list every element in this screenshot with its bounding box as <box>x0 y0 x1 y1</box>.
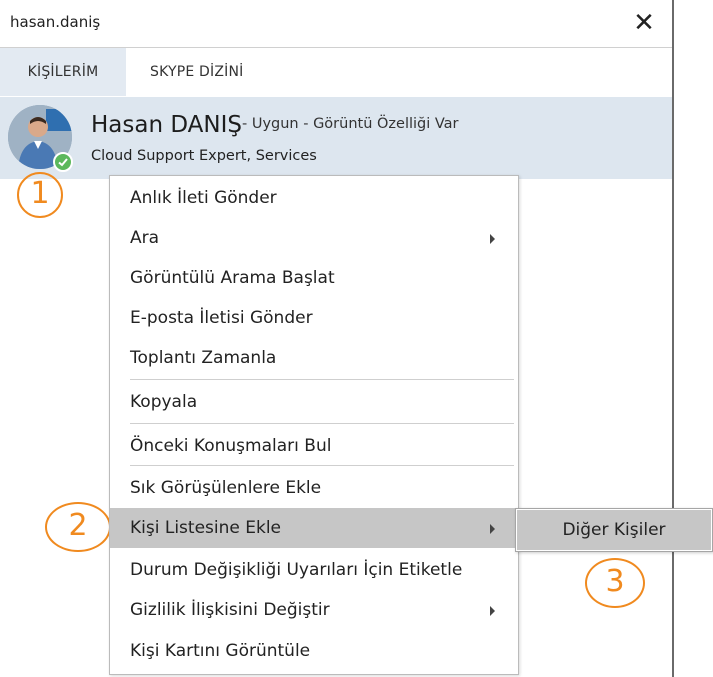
contact-row[interactable] <box>0 97 672 179</box>
contact-context-menu: Anlık İleti Gönder Ara Görüntülü Arama B… <box>109 175 519 675</box>
menu-separator <box>130 465 514 466</box>
close-icon[interactable]: ✕ <box>628 8 660 40</box>
submenu-item-other-contacts[interactable]: Diğer Kişiler <box>517 510 711 550</box>
window-title: hasan.daniş <box>10 13 101 31</box>
submenu-arrow-icon <box>490 524 495 534</box>
menu-item-send-im[interactable]: Anlık İleti Gönder <box>110 178 516 218</box>
menu-item-label: Gizlilik İlişkisini Değiştir <box>130 600 330 620</box>
presence-available-icon <box>53 152 73 172</box>
tab-bar: KİŞİLERİM SKYPE DİZİNİ <box>0 48 672 96</box>
menu-item-label: Kopyala <box>130 392 198 412</box>
menu-item-start-video-call[interactable]: Görüntülü Arama Başlat <box>110 258 516 298</box>
submenu-arrow-icon <box>490 606 495 616</box>
contact-job-title: Cloud Support Expert, Services <box>91 148 317 164</box>
menu-item-label: Sık Görüşülenlere Ekle <box>130 478 322 498</box>
submenu-arrow-icon <box>490 234 495 244</box>
menu-item-label: Önceki Konuşmaları Bul <box>130 436 332 456</box>
menu-item-label: Görüntülü Arama Başlat <box>130 268 335 288</box>
menu-item-schedule-meeting[interactable]: Toplantı Zamanla <box>110 338 516 378</box>
contact-list-submenu: Diğer Kişiler <box>515 508 713 552</box>
title-bar: hasan.daniş ✕ <box>0 0 672 48</box>
menu-separator <box>130 423 514 424</box>
menu-item-label: Kişi Listesine Ekle <box>130 518 282 538</box>
menu-item-copy[interactable]: Kopyala <box>110 382 516 422</box>
annotation-callout-3: 3 <box>585 558 645 608</box>
menu-item-label: Kişi Kartını Görüntüle <box>130 641 311 661</box>
menu-separator <box>130 379 514 380</box>
menu-item-add-to-frequent[interactable]: Sık Görüşülenlere Ekle <box>110 468 516 508</box>
tab-contacts[interactable]: KİŞİLERİM <box>0 48 126 96</box>
tab-skype-directory[interactable]: SKYPE DİZİNİ <box>150 48 244 96</box>
menu-item-label: Durum Değişikliği Uyarıları İçin Etiketl… <box>130 560 463 580</box>
menu-item-label: Anlık İleti Gönder <box>130 188 277 208</box>
annotation-callout-1: 1 <box>17 172 63 218</box>
menu-item-label: Toplantı Zamanla <box>130 348 277 368</box>
menu-item-find-previous-conversations[interactable]: Önceki Konuşmaları Bul <box>110 426 516 466</box>
menu-item-change-privacy[interactable]: Gizlilik İlişkisini Değiştir <box>110 590 516 630</box>
menu-item-label: Ara <box>130 228 160 248</box>
menu-item-send-email[interactable]: E-posta İletisi Gönder <box>110 298 516 338</box>
menu-item-label: E-posta İletisi Gönder <box>130 308 313 328</box>
contact-name[interactable]: Hasan DANIŞ <box>91 112 242 138</box>
menu-item-tag-status-alerts[interactable]: Durum Değişikliği Uyarıları İçin Etiketl… <box>110 550 516 590</box>
annotation-callout-2: 2 <box>45 502 111 552</box>
menu-item-call[interactable]: Ara <box>110 218 516 258</box>
contact-status: - Uygun - Görüntü Özelliği Var <box>242 116 459 132</box>
menu-item-add-to-contact-list[interactable]: Kişi Listesine Ekle <box>110 508 516 548</box>
menu-item-view-contact-card[interactable]: Kişi Kartını Görüntüle <box>110 631 516 671</box>
